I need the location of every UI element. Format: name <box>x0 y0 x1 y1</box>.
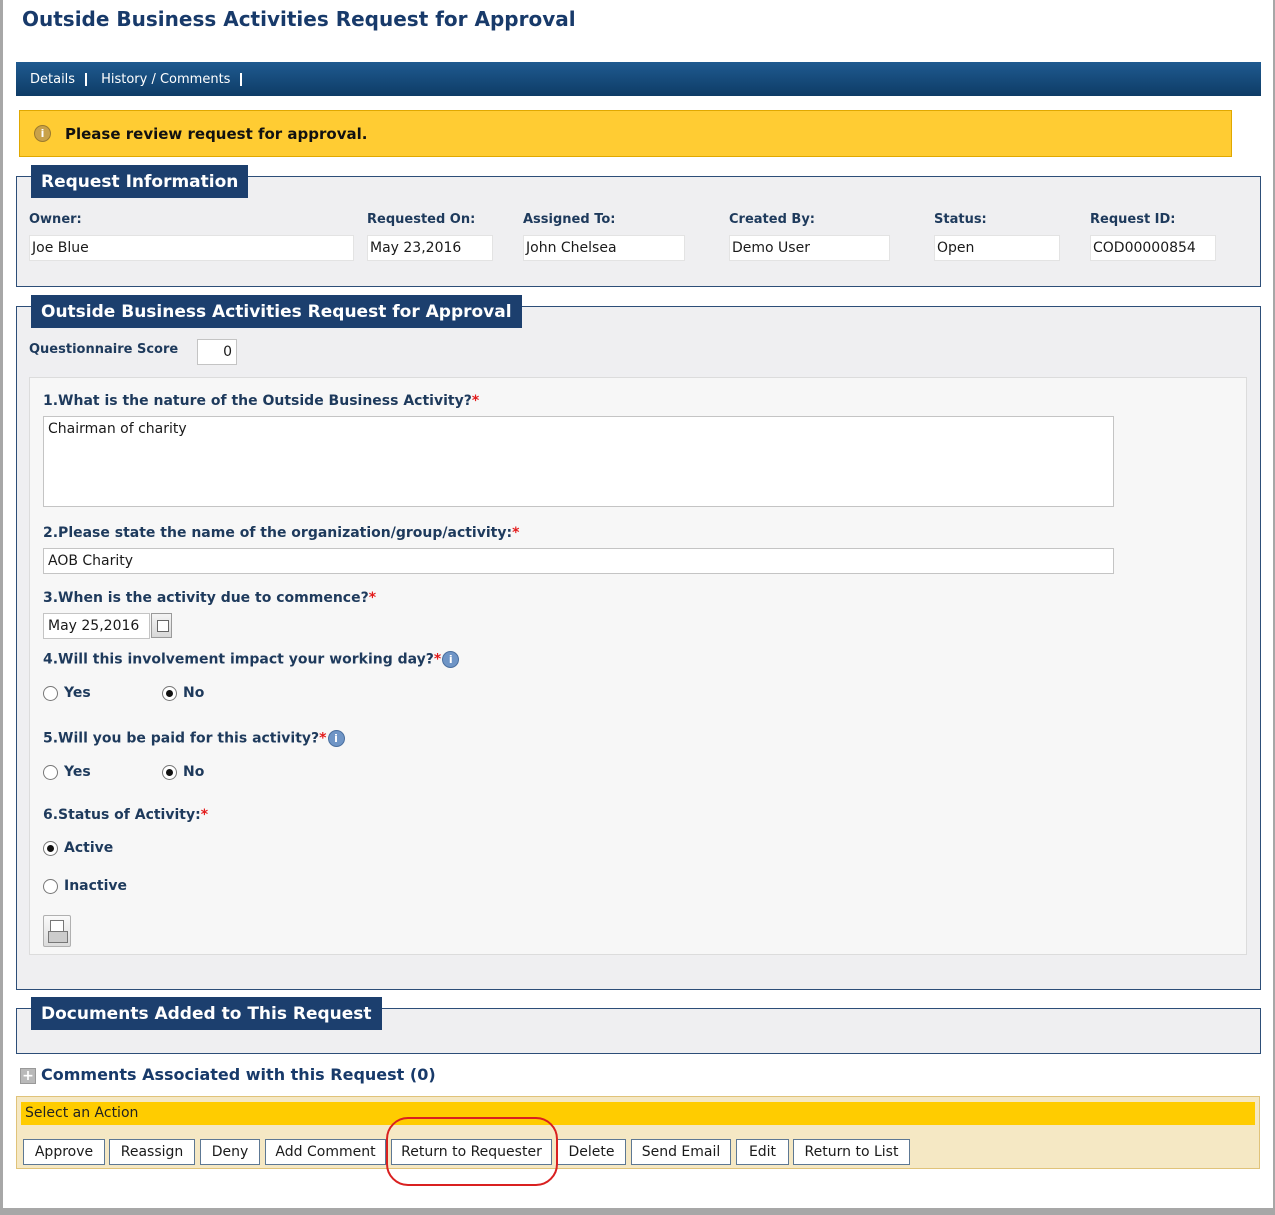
info-icon[interactable]: i <box>442 651 460 668</box>
highlight-annotation <box>386 1117 558 1186</box>
request-id-label: Request ID: <box>1090 212 1176 227</box>
deny-button[interactable]: Deny <box>200 1139 260 1165</box>
request-id-value: COD00000854 <box>1090 235 1216 261</box>
question-6-inactive[interactable]: Inactive <box>43 878 127 894</box>
calendar-icon[interactable] <box>151 613 172 638</box>
required-mark: * <box>319 730 327 747</box>
comments-title[interactable]: Comments Associated with this Request (0… <box>41 1065 436 1084</box>
required-mark: * <box>200 807 209 823</box>
status-label: Status: <box>934 212 987 227</box>
question-1-textarea[interactable]: Chairman of charity <box>43 416 1114 507</box>
radio-yes[interactable] <box>43 764 58 780</box>
page: Outside Business Activities Request for … <box>3 0 1273 1208</box>
request-information-panel: Request Information Owner: Joe Blue Requ… <box>16 165 1261 287</box>
question-5-label: 5.Will you be paid for this activity?* i <box>43 730 345 747</box>
tab-history-comments[interactable]: History / Comments <box>101 72 240 87</box>
print-icon[interactable] <box>43 915 71 947</box>
radio-active-selected[interactable] <box>43 840 58 856</box>
action-heading: Select an Action <box>21 1102 1255 1125</box>
review-alert: i Please review request for approval. <box>19 110 1232 157</box>
expand-plus-icon[interactable]: + <box>20 1068 36 1084</box>
tab-bar: Details History / Comments <box>16 62 1261 96</box>
nav-divider <box>240 72 243 86</box>
required-mark: * <box>368 590 377 606</box>
request-information-heading: Request Information <box>31 165 249 198</box>
score-label: Questionnaire Score <box>29 342 179 357</box>
requested-on-label: Requested On: <box>367 212 476 227</box>
approve-button[interactable]: Approve <box>23 1139 105 1165</box>
status-value: Open <box>934 235 1060 261</box>
required-mark: * <box>471 393 480 409</box>
add-comment-button[interactable]: Add Comment <box>265 1139 386 1165</box>
owner-value: Joe Blue <box>29 235 354 261</box>
question-5-yes[interactable]: Yes <box>43 764 91 780</box>
info-warning-icon: i <box>34 125 51 142</box>
return-to-list-button[interactable]: Return to List <box>793 1139 910 1165</box>
question-3-label: 3.When is the activity due to commence?* <box>43 590 377 606</box>
created-by-value: Demo User <box>729 235 890 261</box>
assigned-to-value: John Chelsea <box>523 235 685 261</box>
radio-no-selected[interactable] <box>162 764 177 780</box>
questionnaire-panel: Outside Business Activities Request for … <box>16 295 1261 990</box>
documents-panel: Documents Added to This Request <box>16 997 1261 1054</box>
created-by-label: Created By: <box>729 212 815 227</box>
question-2-input[interactable]: AOB Charity <box>43 548 1114 574</box>
tab-details[interactable]: Details <box>30 72 85 87</box>
send-email-button[interactable]: Send Email <box>631 1139 731 1165</box>
question-2-label: 2.Please state the name of the organizat… <box>43 525 520 541</box>
info-icon[interactable]: i <box>327 730 345 747</box>
questionnaire-heading: Outside Business Activities Request for … <box>31 295 522 328</box>
radio-yes[interactable] <box>43 685 58 701</box>
edit-button[interactable]: Edit <box>736 1139 789 1165</box>
nav-divider <box>85 72 88 86</box>
required-mark: * <box>512 525 520 541</box>
score-value: 0 <box>197 339 237 365</box>
documents-heading: Documents Added to This Request <box>31 997 382 1030</box>
radio-inactive[interactable] <box>43 878 58 894</box>
question-4-no[interactable]: No <box>162 685 204 701</box>
reassign-button[interactable]: Reassign <box>109 1139 195 1165</box>
action-bar: Select an Action Approve Reassign Deny A… <box>16 1096 1260 1169</box>
requested-on-value: May 23,2016 <box>367 235 493 261</box>
page-title: Outside Business Activities Request for … <box>22 7 576 31</box>
radio-no-selected[interactable] <box>162 685 177 701</box>
question-4-label: 4.Will this involvement impact your work… <box>43 651 460 668</box>
question-4-yes[interactable]: Yes <box>43 685 91 701</box>
alert-message: Please review request for approval. <box>65 124 368 143</box>
question-3-date-input[interactable]: May 25,2016 <box>43 613 150 639</box>
question-6-active[interactable]: Active <box>43 840 113 856</box>
questions-area: 1.What is the nature of the Outside Busi… <box>29 377 1247 955</box>
assigned-to-label: Assigned To: <box>523 212 616 227</box>
question-1-label: 1.What is the nature of the Outside Busi… <box>43 393 480 409</box>
question-6-label: 6.Status of Activity:* <box>43 807 209 823</box>
required-mark: * <box>433 651 442 668</box>
question-5-no[interactable]: No <box>162 764 204 780</box>
delete-button[interactable]: Delete <box>557 1139 626 1165</box>
owner-label: Owner: <box>29 212 82 227</box>
